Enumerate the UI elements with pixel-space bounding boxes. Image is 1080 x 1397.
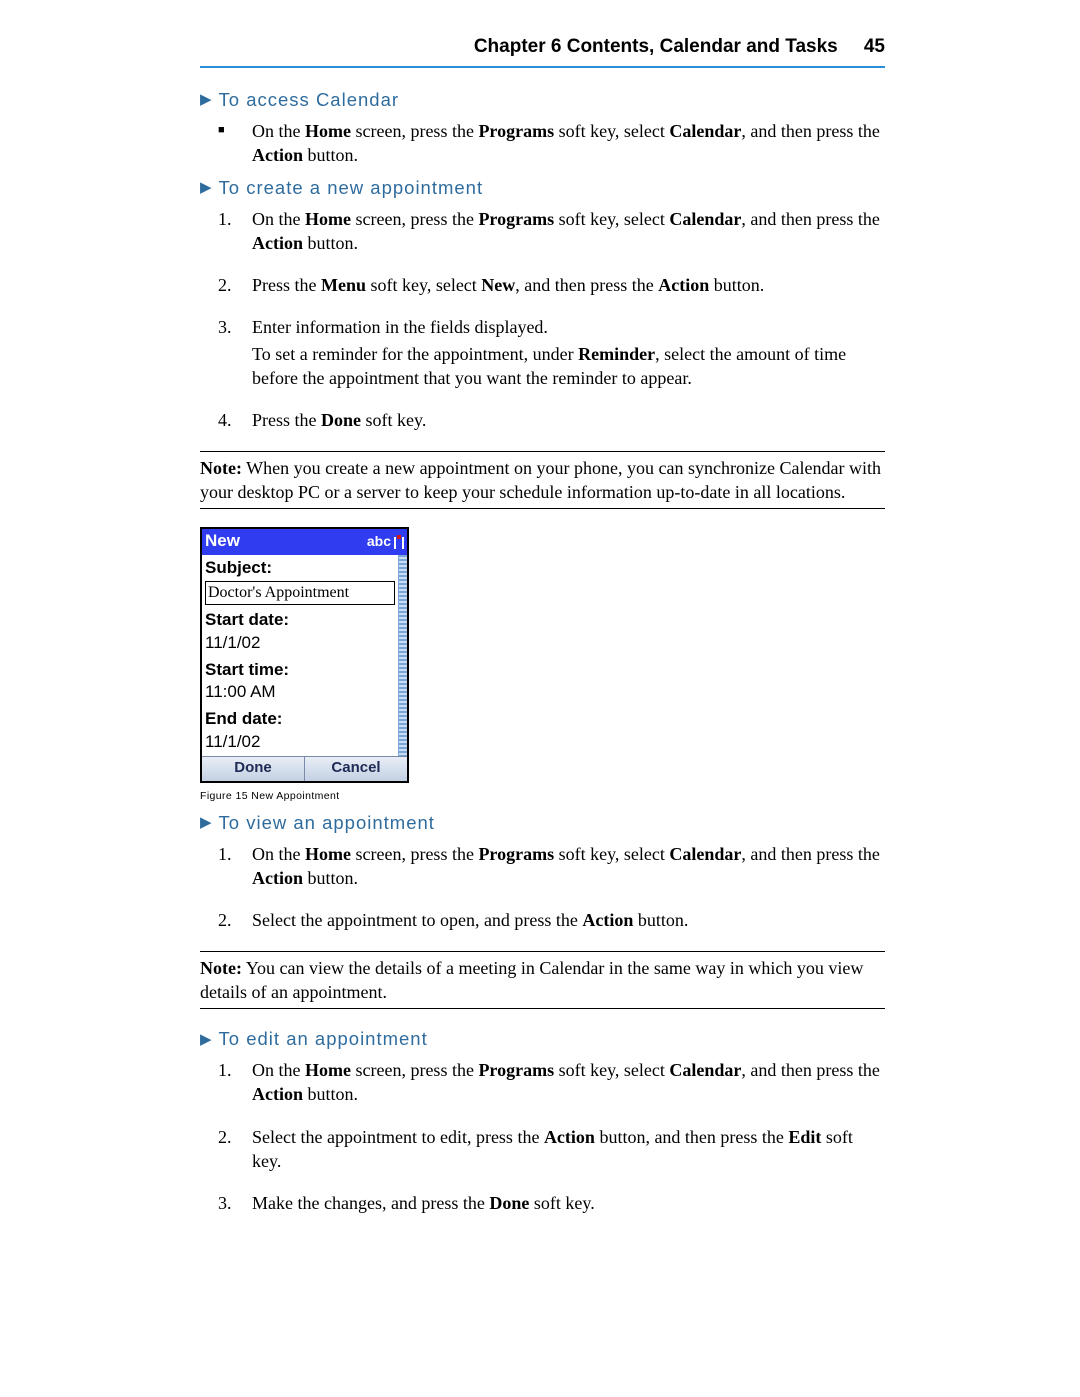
list-item: 1. On the Home screen, press the Program… (218, 1058, 885, 1107)
phone-form: Subject: Doctor's Appointment Start date… (202, 555, 398, 756)
instruction-text: Make the changes, and press the Done sof… (252, 1191, 885, 1215)
section-heading-view: ▶ To view an appointment (200, 811, 885, 836)
list-item: 3. Make the changes, and press the Done … (218, 1191, 885, 1215)
step-number: 2. (218, 1125, 252, 1174)
section-title: To edit an appointment (219, 1027, 428, 1052)
triangle-icon: ▶ (200, 1030, 213, 1050)
phone-title-text: New (205, 530, 240, 553)
step-number: 4. (218, 408, 252, 432)
phone-softkey-bar: Done Cancel (202, 756, 407, 780)
step-number: 3. (218, 315, 252, 390)
note-label: Note: (200, 458, 242, 478)
note-text: You can view the details of a meeting in… (200, 958, 863, 1002)
signal-icon (394, 535, 404, 549)
section-heading-access: ▶ To access Calendar (200, 88, 885, 113)
field-value-end-date: 11/1/02 (202, 731, 398, 756)
instruction-text: Select the appointment to open, and pres… (252, 908, 885, 932)
note-box: Note: You can view the details of a meet… (200, 951, 885, 1010)
page-number: 45 (843, 34, 885, 60)
step-number: 2. (218, 273, 252, 297)
field-input-subject: Doctor's Appointment (205, 581, 395, 605)
list-item: 2. Select the appointment to open, and p… (218, 908, 885, 932)
step-number: 1. (218, 842, 252, 891)
instruction-text: On the Home screen, press the Programs s… (252, 842, 885, 891)
list-item: 2. Press the Menu soft key, select New, … (218, 273, 885, 297)
instruction-text: Enter information in the fields displaye… (252, 315, 885, 390)
list-item: 3. Enter information in the fields displ… (218, 315, 885, 390)
section-title: To access Calendar (219, 88, 399, 113)
field-label-end-date: End date: (202, 706, 398, 731)
phone-input-mode: abc (367, 532, 391, 551)
step-number: 1. (218, 1058, 252, 1107)
softkey-done: Done (202, 757, 304, 780)
instruction-text: Select the appointment to edit, press th… (252, 1125, 885, 1174)
step-number: 3. (218, 1191, 252, 1215)
phone-status: abc (367, 532, 404, 551)
list-item: 1. On the Home screen, press the Program… (218, 842, 885, 891)
field-label-start-date: Start date: (202, 607, 398, 632)
section-body-edit: 1. On the Home screen, press the Program… (218, 1058, 885, 1215)
section-body-access: ■ On the Home screen, press the Programs… (218, 119, 885, 168)
instruction-text: On the Home screen, press the Programs s… (252, 1058, 885, 1107)
instruction-text: On the Home screen, press the Programs s… (252, 119, 885, 168)
instruction-text: On the Home screen, press the Programs s… (252, 207, 885, 256)
document-page: Chapter 6 Contents, Calendar and Tasks 4… (0, 0, 1080, 1397)
instruction-text: Press the Menu soft key, select New, and… (252, 273, 885, 297)
page-header: Chapter 6 Contents, Calendar and Tasks 4… (200, 34, 885, 68)
list-item: 2. Select the appointment to edit, press… (218, 1125, 885, 1174)
phone-body: Subject: Doctor's Appointment Start date… (202, 555, 407, 756)
field-label-subject: Subject: (202, 555, 398, 580)
bullet-marker-icon: ■ (218, 119, 252, 168)
page-content: ▶ To access Calendar ■ On the Home scree… (200, 80, 885, 1220)
step-number: 1. (218, 207, 252, 256)
note-text: When you create a new appointment on you… (200, 458, 881, 502)
list-item: 4. Press the Done soft key. (218, 408, 885, 432)
section-body-create: 1. On the Home screen, press the Program… (218, 207, 885, 433)
section-heading-edit: ▶ To edit an appointment (200, 1027, 885, 1052)
field-label-start-time: Start time: (202, 657, 398, 682)
step-number: 2. (218, 908, 252, 932)
triangle-icon: ▶ (200, 813, 213, 833)
section-title: To create a new appointment (219, 176, 484, 201)
section-heading-create: ▶ To create a new appointment (200, 176, 885, 201)
phone-titlebar: New abc (202, 529, 407, 555)
note-label: Note: (200, 958, 242, 978)
note-box: Note: When you create a new appointment … (200, 451, 885, 510)
field-value-start-date: 11/1/02 (202, 632, 398, 657)
phone-scrollbar (398, 555, 407, 756)
figure-caption: Figure 15 New Appointment (200, 789, 885, 803)
triangle-icon: ▶ (200, 178, 213, 198)
bullet-item: ■ On the Home screen, press the Programs… (218, 119, 885, 168)
chapter-title: Chapter 6 Contents, Calendar and Tasks (474, 36, 838, 57)
figure-phone-screenshot: New abc Subject: Doctor's Appointment St… (200, 527, 409, 782)
triangle-icon: ▶ (200, 90, 213, 110)
field-value-start-time: 11:00 AM (202, 681, 398, 706)
softkey-cancel: Cancel (304, 757, 407, 780)
section-body-view: 1. On the Home screen, press the Program… (218, 842, 885, 933)
instruction-text: Press the Done soft key. (252, 408, 885, 432)
section-title: To view an appointment (219, 811, 435, 836)
list-item: 1. On the Home screen, press the Program… (218, 207, 885, 256)
